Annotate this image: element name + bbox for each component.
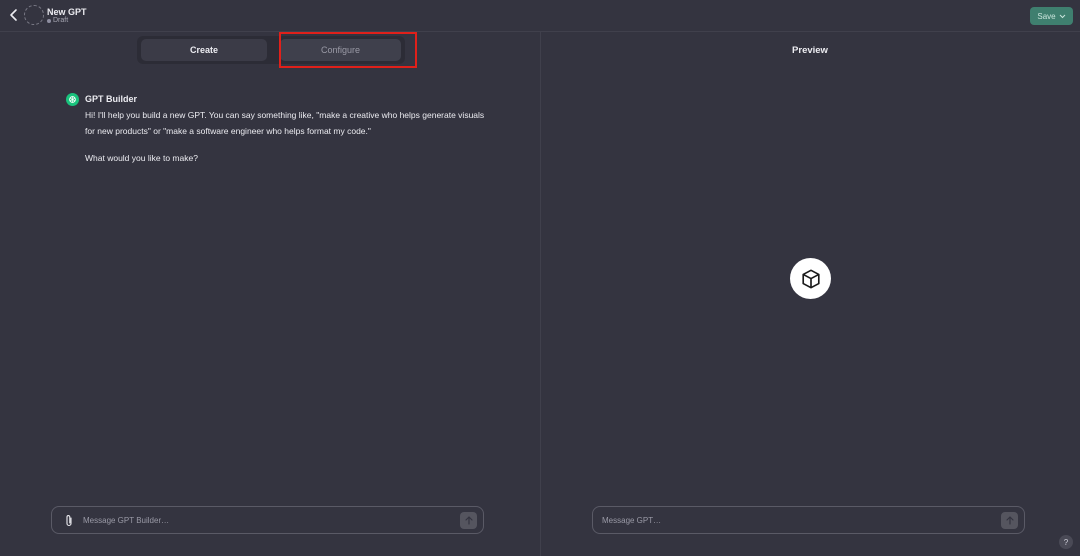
preview-title: Preview — [792, 45, 828, 56]
gpt-name: New GPT — [47, 7, 87, 17]
highlight-box — [279, 32, 417, 68]
builder-composer: Message GPT Builder… — [51, 506, 484, 534]
top-bar: New GPT Draft Save — [0, 0, 1080, 32]
preview-message-input[interactable]: Message GPT… — [602, 516, 661, 525]
cube-icon — [790, 258, 831, 299]
panel-divider — [540, 32, 541, 556]
status-dot-icon — [47, 18, 51, 23]
arrow-up-icon — [464, 516, 473, 525]
gpt-avatar-placeholder[interactable] — [24, 5, 44, 25]
gpt-status: Draft — [47, 17, 68, 24]
preview-composer: Message GPT… — [592, 506, 1025, 534]
tab-create[interactable]: Create — [141, 39, 267, 61]
gpt-status-label: Draft — [53, 17, 69, 24]
help-button[interactable]: ? — [1059, 535, 1073, 549]
back-chevron-icon[interactable] — [6, 6, 22, 24]
preview-send-button[interactable] — [1001, 512, 1018, 529]
save-button[interactable]: Save — [1030, 7, 1073, 25]
paperclip-icon[interactable] — [63, 514, 75, 528]
chevron-down-icon — [1059, 14, 1065, 18]
message-text: Hi! I'll help you build a new GPT. You c… — [85, 110, 485, 136]
arrow-up-icon — [1005, 516, 1014, 525]
message-question: What would you like to make? — [85, 153, 198, 163]
bot-message: Hi! I'll help you build a new GPT. You c… — [85, 107, 495, 166]
openai-logo-icon — [66, 93, 79, 106]
save-button-label: Save — [1037, 11, 1056, 21]
builder-message-input[interactable]: Message GPT Builder… — [83, 516, 169, 525]
sender-name: GPT Builder — [85, 94, 138, 104]
send-button[interactable] — [460, 512, 477, 529]
